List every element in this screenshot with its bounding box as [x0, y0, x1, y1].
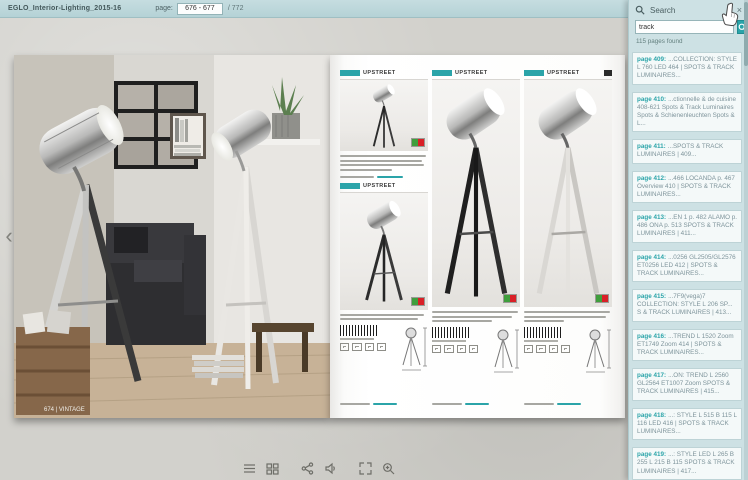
page-label: page:	[155, 5, 173, 12]
product-header: UPSTREET	[340, 69, 428, 77]
search-result-item[interactable]: page 409:...COLLECTION: STYLE L 760 LED …	[632, 52, 742, 85]
energy-label	[411, 297, 425, 306]
search-result-item[interactable]: page 414:...0256 GL2505/GL2576 ET0256 LE…	[632, 250, 742, 283]
product-column-2: UPSTREET	[432, 69, 520, 411]
variant-divider	[340, 176, 428, 178]
product-description	[340, 314, 428, 321]
search-icon	[635, 5, 645, 15]
search-panel: Search × 115 pages found page 409:...COL…	[628, 0, 748, 480]
spec-icons	[340, 343, 386, 351]
catalog-left-page[interactable]: 674 | VINTAGE	[14, 55, 330, 418]
product-photo	[340, 192, 428, 310]
page-number-input[interactable]	[177, 3, 223, 15]
viewer-topbar: EGLO_Interior-Lighting_2015-16 page: / 7…	[0, 0, 628, 18]
search-input[interactable]	[635, 20, 734, 34]
search-result-item[interactable]: page 417:...ON: TREND L 2560 GL2564 ET10…	[632, 368, 742, 401]
product-name: UPSTREET	[547, 70, 580, 76]
scrollbar-thumb[interactable]	[744, 2, 748, 66]
product-description	[340, 155, 428, 171]
product-code-chip	[340, 183, 360, 189]
search-result-item[interactable]: page 411:...SPOTS & TRACK LUMINAIRES | 4…	[632, 139, 742, 163]
barcode	[432, 327, 470, 338]
barcode	[340, 325, 378, 336]
product-code-chip	[340, 70, 360, 76]
search-result-item[interactable]: page 419:...: STYLE LED L 265 B 255 L 21…	[632, 447, 742, 480]
catalog-right-page[interactable]: UPSTREET UPSTREET	[330, 55, 625, 418]
product-photo	[432, 79, 520, 307]
page-total: / 772	[228, 5, 244, 12]
room-scene-photo: 674 | VINTAGE	[14, 55, 330, 418]
product-header: UPSTREET	[524, 69, 612, 77]
dimension-diagram	[582, 327, 612, 373]
energy-label	[411, 138, 425, 147]
product-column-3: UPSTREET	[524, 69, 612, 411]
spec-block	[432, 327, 520, 373]
fullscreen-icon[interactable]	[357, 460, 374, 476]
product-photo	[524, 79, 612, 307]
search-result-item[interactable]: page 413:...EN 1 p. 482 ALAMO p. 486 ONA…	[632, 210, 742, 243]
contents-list-icon[interactable]	[241, 460, 258, 476]
results-count: 115 pages found	[629, 34, 748, 47]
spec-block	[524, 327, 612, 373]
search-row	[629, 20, 748, 34]
spec-icons	[524, 345, 570, 353]
close-icon[interactable]: ×	[737, 6, 742, 15]
book-shelf	[170, 113, 206, 159]
product-header: UPSTREET	[340, 182, 428, 190]
search-result-item[interactable]: page 416:...TREND L 1520 Zoom ET1749 Zoo…	[632, 329, 742, 362]
spec-icons	[432, 345, 478, 353]
more-info-link[interactable]	[340, 400, 428, 407]
energy-label	[503, 294, 517, 303]
product-header: UPSTREET	[432, 69, 520, 77]
product-name: UPSTREET	[455, 70, 488, 76]
product-description	[432, 311, 520, 322]
more-info-link[interactable]	[432, 400, 520, 407]
product-description	[524, 311, 612, 322]
product-photo	[340, 79, 428, 151]
dimension-diagram	[490, 327, 520, 373]
search-result-item[interactable]: page 418:...: STYLE L 515 B 115 L 116 LE…	[632, 408, 742, 441]
search-result-item[interactable]: page 412:...466 LOCANDA p. 467 Overview …	[632, 171, 742, 204]
new-badge	[604, 70, 612, 76]
more-info-link[interactable]	[524, 400, 612, 407]
left-page-footer: 674 | VINTAGE	[44, 407, 85, 413]
share-icon[interactable]	[299, 460, 316, 476]
energy-label	[595, 294, 609, 303]
sound-icon[interactable]	[322, 460, 339, 476]
search-panel-title: Search	[650, 6, 675, 15]
product-name: UPSTREET	[363, 183, 396, 189]
search-result-item[interactable]: page 415:...7F9(vega)7 COLLECTION: STYLE…	[632, 289, 742, 322]
search-result-item[interactable]: page 410:...ctionnelle & de cuisine 408-…	[632, 92, 742, 133]
document-title: EGLO_Interior-Lighting_2015-16	[8, 5, 121, 12]
search-results-list: page 409:...COLLECTION: STYLE L 760 LED …	[629, 50, 744, 480]
product-column-1: UPSTREET UPSTREET	[340, 69, 428, 411]
zoom-in-icon[interactable]	[380, 460, 397, 476]
spec-block	[340, 325, 428, 371]
dimension-diagram	[398, 325, 428, 371]
search-panel-header: Search ×	[629, 0, 748, 20]
barcode	[524, 327, 562, 338]
viewer-toolbar	[238, 459, 400, 477]
panel-scrollbar[interactable]	[744, 0, 748, 480]
product-code-chip	[432, 70, 452, 76]
product-name: UPSTREET	[363, 70, 396, 76]
product-code-chip	[524, 70, 544, 76]
thumbnails-icon[interactable]	[264, 460, 281, 476]
